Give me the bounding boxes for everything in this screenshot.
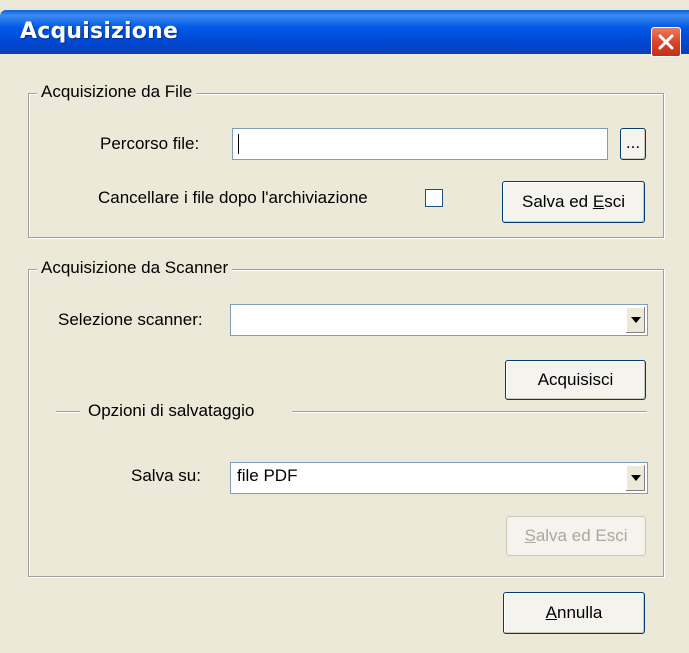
file-save-exit-mnemonic: E [592, 192, 605, 211]
path-input[interactable] [232, 128, 608, 160]
file-group-legend: Acquisizione da File [37, 82, 197, 102]
cancel-post: nnulla [556, 603, 603, 622]
file-save-exit-pre: Salva ed [521, 192, 593, 211]
scanner-save-exit-button[interactable]: Salva ed Esci [506, 516, 646, 556]
path-label: Percorso file: [100, 134, 200, 153]
scanner-save-exit-mnemonic: S [524, 526, 536, 545]
chevron-down-icon [631, 475, 641, 481]
window-title: Acquisizione [20, 19, 179, 44]
save-on-select[interactable]: file PDF [230, 462, 648, 494]
file-save-exit-button[interactable]: Salva ed Esci [502, 181, 645, 223]
scanner-save-exit-post: alva ed Esci [535, 526, 628, 545]
acquire-label: Acquisisci [537, 370, 614, 389]
options-separator-right [292, 411, 647, 413]
save-on-value: file PDF [237, 466, 298, 485]
text-caret [238, 134, 239, 154]
scanner-select[interactable] [230, 304, 648, 336]
cancel-mnemonic: A [545, 603, 557, 622]
chevron-down-icon [631, 317, 641, 323]
scanner-group-legend: Acquisizione da Scanner [37, 258, 233, 278]
file-save-exit-post: sci [604, 192, 625, 211]
close-button[interactable] [651, 27, 681, 57]
save-options-legend: Opzioni di salvataggio [88, 401, 255, 420]
save-on-dropdown-button[interactable] [625, 465, 645, 491]
close-icon [658, 34, 674, 50]
acquire-button[interactable]: Acquisisci [505, 360, 646, 400]
options-separator-left [56, 411, 80, 413]
save-on-label: Salva su: [131, 466, 201, 485]
scanner-dropdown-button[interactable] [625, 307, 645, 333]
browse-button[interactable]: ... [620, 128, 646, 160]
acquisizione-dialog: Acquisizione Acquisizione da File Percor… [0, 0, 689, 653]
delete-after-archive-label: Cancellare i file dopo l'archiviazione [98, 188, 368, 207]
browse-label: ... [625, 133, 641, 152]
delete-after-archive-checkbox[interactable] [425, 189, 443, 207]
scanner-select-label: Selezione scanner: [58, 310, 203, 329]
cancel-button[interactable]: Annulla [503, 592, 645, 634]
title-bar[interactable]: Acquisizione [0, 10, 689, 57]
